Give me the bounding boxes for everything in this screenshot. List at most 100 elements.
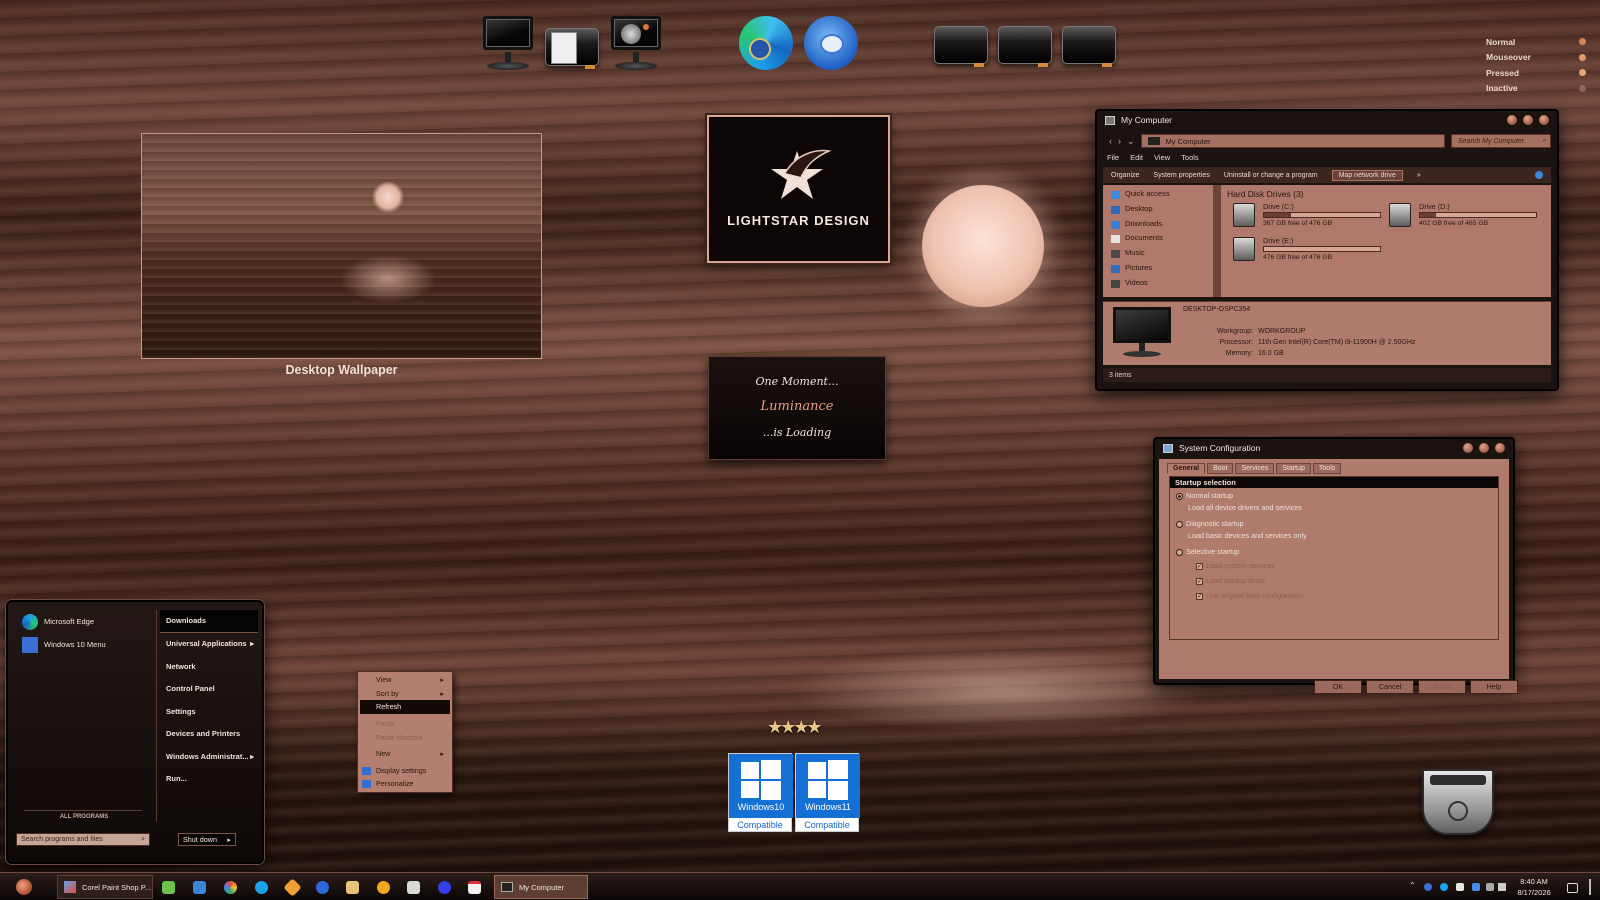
back-arrow-icon[interactable]: ‹ (1109, 136, 1112, 146)
weather-icon[interactable] (377, 881, 390, 894)
close-button[interactable] (1539, 115, 1549, 125)
title-bar[interactable]: System Configuration (1155, 439, 1513, 457)
thunderbird-mail-icon[interactable] (800, 12, 862, 74)
menu-file[interactable]: File (1107, 153, 1119, 162)
hard-drive-icon[interactable] (1058, 12, 1120, 74)
network-icon[interactable] (1486, 883, 1494, 891)
context-item-paste[interactable]: Paste (358, 717, 452, 731)
tray-app-icon[interactable] (1440, 883, 1448, 891)
selective-option-checkbox[interactable]: ✓ Use original boot configuration (1196, 591, 1303, 600)
nav-item-quick-access[interactable]: Quick access (1103, 189, 1221, 204)
apply-button[interactable]: Apply (1418, 680, 1466, 694)
diagnostic-startup-radio[interactable]: Diagnostic startup (1176, 519, 1244, 528)
my-computer-window[interactable]: My Computer ‹ › ⌄ My Computer Search My … (1095, 109, 1559, 391)
checkbox-checked-icon[interactable]: ✓ (1196, 577, 1203, 585)
menu-edit[interactable]: Edit (1130, 153, 1143, 162)
help-icon[interactable] (1535, 171, 1543, 179)
cancel-button[interactable]: Cancel (1366, 680, 1414, 694)
desktop-context-menu[interactable]: View ▸ Sort by ▸ Refresh Paste Paste shortcut N… (357, 671, 453, 793)
computer-desktop-icon[interactable] (477, 12, 539, 74)
context-item-new[interactable]: New ▸ (358, 747, 452, 761)
media-player-icon[interactable] (407, 881, 420, 894)
more-commands-button[interactable]: » (1417, 172, 1421, 179)
tray-app-icon[interactable] (1424, 883, 1432, 891)
all-programs-button[interactable]: ALL PROGRAMS (14, 814, 154, 820)
start-item-run[interactable]: Run... (160, 768, 258, 791)
globe-icon[interactable] (255, 881, 268, 894)
radio-icon[interactable] (1176, 520, 1183, 528)
nav-item-documents[interactable]: Documents (1103, 233, 1221, 248)
context-item-display-settings[interactable]: Display settings (358, 764, 452, 778)
tab-startup[interactable]: Startup (1276, 463, 1311, 474)
context-item-personalize[interactable]: Personalize (358, 777, 452, 791)
selective-option-checkbox[interactable]: ✓ Load startup items (1196, 576, 1265, 585)
shield-icon[interactable] (1472, 883, 1480, 891)
start-item-network[interactable]: Network (160, 655, 258, 678)
cursor-icon[interactable] (316, 881, 329, 894)
edit-icon[interactable] (193, 881, 206, 894)
network-monitor-icon[interactable] (605, 12, 667, 74)
start-orb-icon[interactable] (16, 879, 32, 895)
app-circle-icon[interactable] (438, 881, 451, 894)
nav-item-videos[interactable]: Videos (1103, 278, 1221, 293)
nav-scrollbar[interactable] (1213, 185, 1221, 297)
tab-services[interactable]: Services (1235, 463, 1275, 474)
checkbox-checked-icon[interactable]: ✓ (1196, 562, 1203, 570)
start-item-devices-and-printers[interactable]: Devices and Printers (160, 723, 258, 746)
selective-option-checkbox[interactable]: ✓ Load system services (1196, 561, 1275, 570)
nav-item-downloads[interactable]: Downloads (1103, 219, 1221, 234)
clipboard-drive-icon[interactable] (541, 14, 603, 76)
show-desktop-button[interactable] (1589, 879, 1591, 895)
search-icon[interactable]: ⌕ (141, 836, 145, 844)
dropbox-icon[interactable] (1456, 883, 1464, 891)
chevron-down-icon[interactable]: ⌄ (1127, 136, 1135, 147)
context-item-paste-shortcut[interactable]: Paste shortcut (358, 730, 452, 744)
selective-startup-radio[interactable]: Selective startup (1176, 547, 1239, 556)
organize-button[interactable]: Organize (1111, 172, 1139, 179)
taskbar-task-my-computer[interactable]: My Computer (494, 875, 588, 899)
start-item-settings[interactable]: Settings (160, 700, 258, 723)
hard-drive-icon[interactable] (930, 12, 992, 74)
hard-drive-icon[interactable] (994, 12, 1056, 74)
menu-view[interactable]: View (1154, 153, 1170, 162)
close-button[interactable] (1495, 443, 1505, 453)
help-button[interactable]: Help (1470, 680, 1518, 694)
context-item-sort-by[interactable]: Sort by ▸ (358, 687, 452, 701)
start-menu[interactable]: Microsoft Edge Windows 10 Menu ALL PROGRA… (6, 600, 264, 864)
system-configuration-window[interactable]: System Configuration General Boot Services… (1153, 437, 1518, 694)
map-network-drive-button[interactable]: Map network drive (1331, 169, 1403, 181)
start-search-input[interactable]: Search programs and files ⌕ (16, 833, 150, 846)
pinned-windows-10-menu[interactable]: Windows 10 Menu (14, 633, 154, 656)
minimize-button[interactable] (1507, 115, 1517, 125)
context-item-refresh[interactable]: Refresh (360, 700, 450, 714)
chrome-icon[interactable] (224, 881, 237, 894)
radio-selected-icon[interactable] (1176, 492, 1183, 500)
system-properties-button[interactable]: System properties (1153, 172, 1209, 179)
taskbar-task-paintshop[interactable]: Corel Paint Shop P... (57, 875, 153, 899)
nav-item-pictures[interactable]: Pictures (1103, 263, 1221, 278)
context-item-view[interactable]: View ▸ (358, 673, 452, 687)
calendar-icon[interactable] (468, 881, 481, 894)
shutdown-button[interactable]: Shut down ▸ (178, 833, 236, 846)
pinned-microsoft-edge[interactable]: Microsoft Edge (14, 610, 154, 633)
search-input[interactable]: Search My Computer ⌕ (1451, 134, 1551, 148)
start-item-control-panel[interactable]: Control Panel (160, 678, 258, 701)
start-item-universal-applications[interactable]: Universal Applications ▸ (160, 633, 258, 656)
checkbox-checked-icon[interactable]: ✓ (1196, 592, 1203, 600)
search-icon[interactable]: ⌕ (1542, 137, 1546, 145)
drive-item[interactable]: Drive (C:) 367 GB free of 476 GB (1233, 199, 1383, 231)
compass-icon[interactable] (283, 878, 302, 897)
group-header[interactable]: Hard Disk Drives (3) (1227, 189, 1304, 199)
normal-startup-radio[interactable]: Normal startup (1176, 491, 1233, 500)
chevron-right-icon[interactable]: ▸ (227, 835, 231, 844)
drive-item[interactable]: Drive (D:) 402 GB free of 465 GB (1389, 199, 1539, 231)
start-item-windows-administrat[interactable]: Windows Administrat... ▸ (160, 745, 258, 768)
recycle-bin-icon[interactable] (1422, 769, 1494, 835)
maximize-button[interactable] (1523, 115, 1533, 125)
menu-tools[interactable]: Tools (1181, 153, 1199, 162)
android-icon[interactable] (162, 881, 175, 894)
drive-item[interactable]: Drive (E:) 476 GB free of 476 GB (1233, 233, 1383, 265)
address-bar[interactable]: My Computer (1140, 134, 1445, 148)
clock[interactable]: 8:40 AM 8/17/2026 (1504, 876, 1564, 898)
forward-arrow-icon[interactable]: › (1118, 136, 1121, 146)
